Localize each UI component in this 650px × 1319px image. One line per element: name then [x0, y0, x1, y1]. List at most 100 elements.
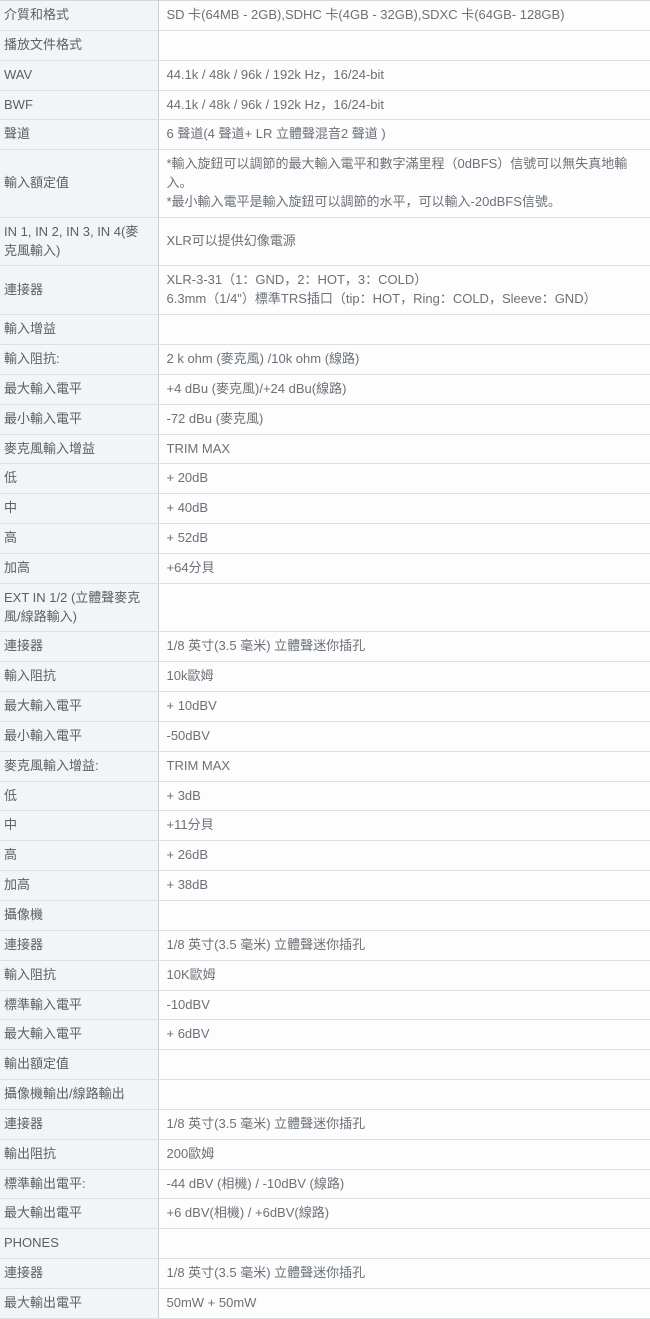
spec-label: 低	[0, 463, 159, 495]
spec-label: 輸入阻抗:	[0, 344, 159, 375]
spec-value: TRIM MAX	[158, 434, 650, 465]
spec-value: *輸入旋鈕可以調節的最大輸入電平和數字滿里程（0dBFS）信號可以無失真地輸入。…	[158, 149, 650, 218]
spec-value: +11分貝	[158, 810, 650, 842]
table-row: 低 + 20dB	[0, 463, 650, 495]
table-row: 輸出額定值	[0, 1049, 650, 1081]
table-row: 輸入阻抗 10K歐姆	[0, 960, 650, 991]
spec-value: XLR-3-31（1：GND，2：HOT，3：COLD） 6.3mm（1/4"）…	[158, 265, 650, 316]
table-row: 最大輸出電平 50mW + 50mW	[0, 1288, 650, 1319]
table-row: 最大輸入電平 +4 dBu (麥克風)/+24 dBu(線路)	[0, 374, 650, 405]
table-row: 輸入增益	[0, 314, 650, 345]
spec-value	[158, 900, 650, 931]
spec-value: 1/8 英寸(3.5 毫米) 立體聲迷你插孔	[158, 1109, 650, 1140]
table-row: 連接器 XLR-3-31（1：GND，2：HOT，3：COLD） 6.3mm（1/…	[0, 265, 650, 316]
spec-label: 連接器	[0, 631, 159, 663]
table-row: 連接器 1/8 英寸(3.5 毫米) 立體聲迷你插孔	[0, 1109, 650, 1140]
table-row: 連接器 1/8 英寸(3.5 毫米) 立體聲迷你插孔	[0, 930, 650, 961]
section-header-label: PHONES	[0, 1228, 159, 1260]
spec-value: + 38dB	[158, 870, 650, 901]
spec-value: + 20dB	[158, 463, 650, 495]
table-row: 高 + 26dB	[0, 840, 650, 872]
spec-value: + 10dBV	[158, 691, 650, 722]
spec-label: 連接器	[0, 1258, 159, 1289]
spec-label: 最大輸出電平	[0, 1198, 159, 1230]
spec-value: 50mW + 50mW	[158, 1288, 650, 1319]
section-header-label: 攝像機輸出/線路輸出	[0, 1079, 159, 1110]
spec-label: 最大輸入電平	[0, 1019, 159, 1051]
spec-value: TRIM MAX	[158, 751, 650, 782]
table-row: EXT IN 1/2 (立體聲麥克風/線路輸入)	[0, 583, 650, 633]
spec-label: 加高	[0, 553, 159, 584]
table-row: 最小輸入電平 -50dBV	[0, 721, 650, 752]
table-row: IN 1, IN 2, IN 3, IN 4(麥克風輸入) XLR可以提供幻像電源	[0, 217, 650, 267]
spec-value: +64分貝	[158, 553, 650, 584]
table-row: 攝像機	[0, 900, 650, 931]
spec-label: BWF	[0, 90, 159, 121]
spec-label: 輸出阻抗	[0, 1139, 159, 1170]
table-row: 中 +11分貝	[0, 810, 650, 842]
spec-value: 1/8 英寸(3.5 毫米) 立體聲迷你插孔	[158, 631, 650, 663]
spec-value: -44 dBV (相機) / -10dBV (線路)	[158, 1169, 650, 1200]
spec-value: -72 dBu (麥克風)	[158, 404, 650, 435]
spec-label: 麥克風輸入增益:	[0, 751, 159, 782]
spec-value: +6 dBV(相機) / +6dBV(線路)	[158, 1198, 650, 1230]
spec-value	[158, 1079, 650, 1110]
table-row: 最小輸入電平 -72 dBu (麥克風)	[0, 404, 650, 435]
table-row: 播放文件格式	[0, 30, 650, 61]
table-row: 標準輸出電平: -44 dBV (相機) / -10dBV (線路)	[0, 1169, 650, 1200]
spec-label: 低	[0, 781, 159, 812]
section-header-label: 輸出額定值	[0, 1049, 159, 1081]
spec-value: 10K歐姆	[158, 960, 650, 991]
table-row: 高 + 52dB	[0, 523, 650, 554]
spec-value: + 3dB	[158, 781, 650, 812]
table-row: 最大輸入電平 + 6dBV	[0, 1019, 650, 1051]
spec-label: 標準輸出電平:	[0, 1169, 159, 1200]
table-row: 聲道 6 聲道(4 聲道+ LR 立體聲混音2 聲道 )	[0, 119, 650, 151]
spec-value: + 6dBV	[158, 1019, 650, 1051]
spec-label: 最小輸入電平	[0, 721, 159, 752]
table-row: 最大輸出電平 +6 dBV(相機) / +6dBV(線路)	[0, 1198, 650, 1230]
spec-label: 中	[0, 493, 159, 525]
spec-label: 連接器	[0, 1109, 159, 1140]
table-row: 輸入額定值 *輸入旋鈕可以調節的最大輸入電平和數字滿里程（0dBFS）信號可以無失…	[0, 149, 650, 218]
table-row: 標準輸入電平 -10dBV	[0, 990, 650, 1021]
table-row: 麥克風輸入增益 TRIM MAX	[0, 434, 650, 465]
spec-label: 連接器	[0, 265, 159, 316]
specifications-table-body: 介質和格式 SD 卡(64MB - 2GB),SDHC 卡(4GB - 32GB)…	[0, 0, 650, 1319]
spec-label: 麥克風輸入增益	[0, 434, 159, 465]
table-row: PHONES	[0, 1228, 650, 1260]
spec-value: 200歐姆	[158, 1139, 650, 1170]
table-row: 輸入阻抗: 2 k ohm (麥克風) /10k ohm (線路)	[0, 344, 650, 375]
spec-label: 高	[0, 840, 159, 872]
spec-label: 最大輸出電平	[0, 1288, 159, 1319]
specifications-table: 介質和格式 SD 卡(64MB - 2GB),SDHC 卡(4GB - 32GB)…	[0, 0, 650, 1319]
table-row: 最大輸入電平 + 10dBV	[0, 691, 650, 722]
table-row: 連接器 1/8 英寸(3.5 毫米) 立體聲迷你插孔	[0, 631, 650, 663]
spec-label: 輸入阻抗	[0, 960, 159, 991]
spec-value: -50dBV	[158, 721, 650, 752]
table-row: BWF 44.1k / 48k / 96k / 192k Hz，16/24-bit	[0, 90, 650, 121]
spec-label: 輸入阻抗	[0, 661, 159, 693]
spec-value	[158, 583, 650, 633]
spec-value: XLR可以提供幻像電源	[158, 217, 650, 267]
section-header-label: 攝像機	[0, 900, 159, 931]
table-row: 麥克風輸入增益: TRIM MAX	[0, 751, 650, 782]
spec-value: 6 聲道(4 聲道+ LR 立體聲混音2 聲道 )	[158, 119, 650, 151]
spec-value	[158, 1049, 650, 1081]
section-header-label: 播放文件格式	[0, 30, 159, 61]
spec-label: WAV	[0, 60, 159, 91]
spec-label: 加高	[0, 870, 159, 901]
table-row: 中 + 40dB	[0, 493, 650, 525]
spec-value: + 40dB	[158, 493, 650, 525]
spec-label: 最大輸入電平	[0, 374, 159, 405]
table-row: 低 + 3dB	[0, 781, 650, 812]
spec-label: 中	[0, 810, 159, 842]
spec-label: 最小輸入電平	[0, 404, 159, 435]
spec-value	[158, 1228, 650, 1260]
spec-value: 10k歐姆	[158, 661, 650, 693]
spec-value	[158, 314, 650, 345]
spec-label: 高	[0, 523, 159, 554]
table-row: WAV 44.1k / 48k / 96k / 192k Hz，16/24-bit	[0, 60, 650, 91]
section-header-label: EXT IN 1/2 (立體聲麥克風/線路輸入)	[0, 583, 159, 633]
table-row: 加高 + 38dB	[0, 870, 650, 901]
